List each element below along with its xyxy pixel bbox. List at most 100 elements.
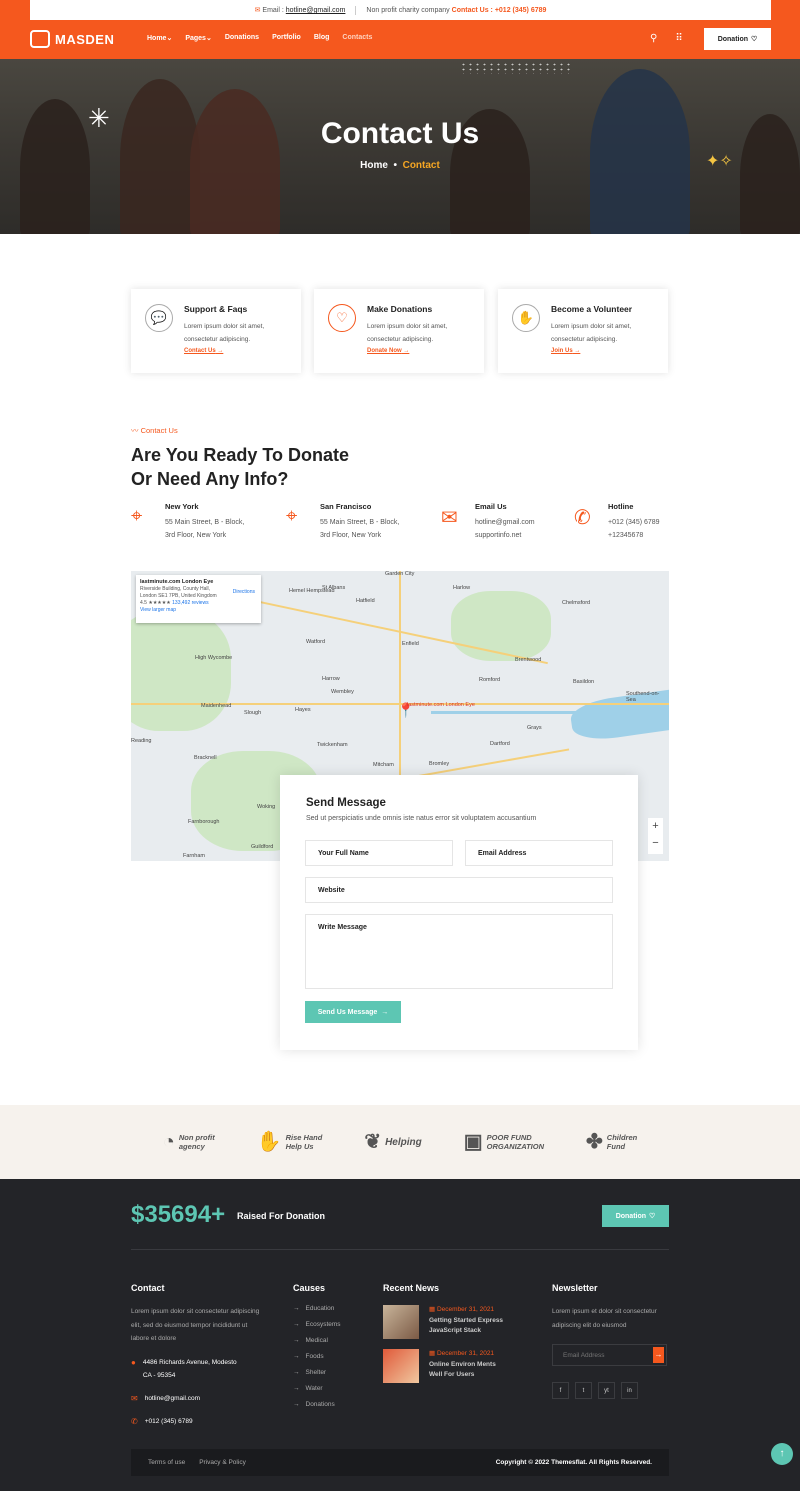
divider xyxy=(355,5,357,15)
footer-donation-button[interactable]: Donation ♡ xyxy=(602,1205,669,1227)
footer-news: Recent News ▦ December 31, 2021 Getting S… xyxy=(383,1283,523,1393)
copyright-text: Copyright © 2022 Themesflat. All Rights … xyxy=(495,1459,652,1466)
form-description: Sed ut perspiciatis unde omnis iste natu… xyxy=(306,815,537,822)
info-email: ✉ Email Us hotline@gmail.com supportinfo… xyxy=(441,502,581,542)
news-item[interactable]: ▦ December 31, 2021 Online Environ Ments W… xyxy=(383,1349,523,1383)
chat-icon: 💬 xyxy=(145,304,173,332)
email-label: Email : xyxy=(262,7,284,14)
newsletter-submit-button[interactable]: → xyxy=(653,1347,664,1363)
nav-item-pages[interactable]: Pages⌄ xyxy=(185,34,212,42)
website-field[interactable]: Website xyxy=(305,877,613,903)
youtube-icon[interactable]: yt xyxy=(598,1382,615,1399)
card-volunteer: ✋ Become a Volunteer Lorem ipsum dolor s… xyxy=(498,289,668,373)
partner-logo[interactable]: ✤ Children Fund xyxy=(586,1132,637,1152)
footer-phone[interactable]: ✆ +012 (345) 6789 xyxy=(131,1415,261,1428)
cause-link[interactable]: → Ecosystems xyxy=(293,1321,341,1328)
info-title: Email Us xyxy=(475,502,507,511)
logo[interactable]: MASDEN xyxy=(30,30,114,48)
card-title: Make Donations xyxy=(367,304,433,314)
info-san-francisco: ⌖ San Francisco 55 Main Street, B - Bloc… xyxy=(286,502,426,542)
partner-logo[interactable]: ✋ Rise Hand Help Us xyxy=(257,1132,323,1152)
tagline-info: Non profit charity company Contact Us : … xyxy=(366,7,546,14)
card-link-join[interactable]: Join Us → xyxy=(551,348,658,354)
news-item[interactable]: ▦ December 31, 2021 Getting Started Expre… xyxy=(383,1305,523,1339)
raised-amount: $35694+ xyxy=(131,1201,226,1228)
footer-heading: Causes xyxy=(293,1283,326,1293)
email-info: ✉ Email : hotline@gmail.com xyxy=(255,6,346,14)
info-phone[interactable]: +12345678 xyxy=(608,529,714,542)
cause-link[interactable]: → Medical xyxy=(293,1337,341,1344)
header-icons: ⚲ ⠿ xyxy=(650,33,683,44)
partner-logos: ◔ Non profit agency ✋ Rise Hand Help Us ❦ Hel… xyxy=(0,1105,800,1179)
nav-item-contacts[interactable]: Contacts xyxy=(342,34,372,42)
card-link-contact[interactable]: Contact Us → xyxy=(184,348,291,354)
search-icon[interactable]: ⚲ xyxy=(650,33,657,44)
topbar-phone-link[interactable]: +012 (345) 6789 xyxy=(495,7,547,14)
info-email-link[interactable]: hotline@gmail.com xyxy=(475,516,581,529)
footer-heading: Newsletter xyxy=(552,1283,598,1293)
heart-hands-icon: ♡ xyxy=(328,304,356,332)
map-rating: 4.5 ★★★★★ xyxy=(140,600,171,606)
send-message-button[interactable]: Send Us Message → xyxy=(305,1001,401,1023)
heart-icon: ♡ xyxy=(649,1213,656,1220)
news-thumbnail xyxy=(383,1305,419,1339)
nav-item-portfolio[interactable]: Portfolio xyxy=(272,34,301,42)
cause-link[interactable]: → Water xyxy=(293,1385,341,1392)
message-field[interactable]: Write Message xyxy=(305,914,613,989)
header-donation-button[interactable]: Donation ♡ xyxy=(704,28,771,50)
info-line: 3rd Floor, New York xyxy=(165,532,227,539)
raised-label: Raised For Donation xyxy=(237,1211,326,1221)
map-place-name: lastminute.com London Eye xyxy=(140,579,214,585)
terms-link[interactable]: Terms of use xyxy=(148,1459,185,1466)
info-line: 55 Main Street, B - Block, xyxy=(165,519,245,526)
grid-menu-icon[interactable]: ⠿ xyxy=(675,33,682,44)
linkedin-icon[interactable]: in xyxy=(621,1382,638,1399)
nav-item-donations[interactable]: Donations xyxy=(225,34,259,42)
breadcrumb: Home • Contact xyxy=(360,160,440,171)
map-reviews-link[interactable]: 133,492 reviews xyxy=(172,600,208,606)
map-zoom-control: + − xyxy=(648,818,663,854)
news-thumbnail xyxy=(383,1349,419,1383)
zoom-out-button[interactable]: − xyxy=(648,835,663,852)
partner-logo[interactable]: ◔ Non profit agency xyxy=(163,1132,215,1152)
zoom-in-button[interactable]: + xyxy=(648,818,663,835)
logo-text: MASDEN xyxy=(55,31,115,47)
map-larger-link[interactable]: View larger map xyxy=(140,607,176,613)
scroll-to-top-button[interactable]: ↑ xyxy=(771,1443,793,1465)
privacy-link[interactable]: Privacy & Policy xyxy=(199,1459,246,1466)
info-title: New York xyxy=(165,502,199,511)
info-phone[interactable]: +012 (345) 6789 xyxy=(608,516,714,529)
cause-link[interactable]: → Shelter xyxy=(293,1369,341,1376)
tagline: Non profit charity company xyxy=(366,6,450,14)
cause-link[interactable]: → Foods xyxy=(293,1353,341,1360)
newsletter-email-input[interactable] xyxy=(553,1345,651,1365)
full-name-field[interactable]: Your Full Name xyxy=(305,840,453,866)
header: ✉ Email : hotline@gmail.com Non profit c… xyxy=(0,0,800,59)
envelope-icon: ✉ xyxy=(441,507,458,529)
section-heading: Are You Ready To Donate Or Need Any Info? xyxy=(131,445,350,489)
partner-logo[interactable]: ▣ POOR FUND ORGANIZATION xyxy=(463,1130,544,1153)
twitter-icon[interactable]: t xyxy=(575,1382,592,1399)
email-field[interactable]: Email Address xyxy=(465,840,613,866)
footer-contact: Contact Lorem ipsum dolor sit consectetu… xyxy=(131,1283,261,1428)
cause-link[interactable]: → Education xyxy=(293,1305,341,1312)
top-info-bar: ✉ Email : hotline@gmail.com Non profit c… xyxy=(30,0,771,20)
card-link-donate[interactable]: Donate Now → xyxy=(367,348,474,354)
facebook-icon[interactable]: f xyxy=(552,1382,569,1399)
breadcrumb-home[interactable]: Home xyxy=(360,160,388,171)
map-directions-link[interactable]: Directions xyxy=(233,589,255,596)
footer-bottom-bar: Terms of use Privacy & Policy Copyright ©… xyxy=(131,1449,669,1476)
plant-icon: ❦ xyxy=(364,1130,382,1153)
nav-item-home[interactable]: Home⌄ xyxy=(147,34,172,42)
partner-logo[interactable]: ❦ Helping xyxy=(364,1130,421,1153)
cause-link[interactable]: → Donations xyxy=(293,1401,341,1408)
location-pin-icon: ● xyxy=(131,1357,136,1367)
box-icon: ▣ xyxy=(463,1130,483,1153)
nav-item-blog[interactable]: Blog xyxy=(314,34,330,42)
footer-causes: Causes → Education → Ecosystems → Medical →… xyxy=(293,1283,341,1417)
footer-heading: Contact xyxy=(131,1283,165,1293)
footer-email[interactable]: ✉ hotline@gmail.com xyxy=(131,1392,261,1405)
info-title: Hotline xyxy=(608,502,634,511)
logo-mark-icon xyxy=(30,30,50,48)
topbar-email-link[interactable]: hotline@gmail.com xyxy=(286,7,346,14)
